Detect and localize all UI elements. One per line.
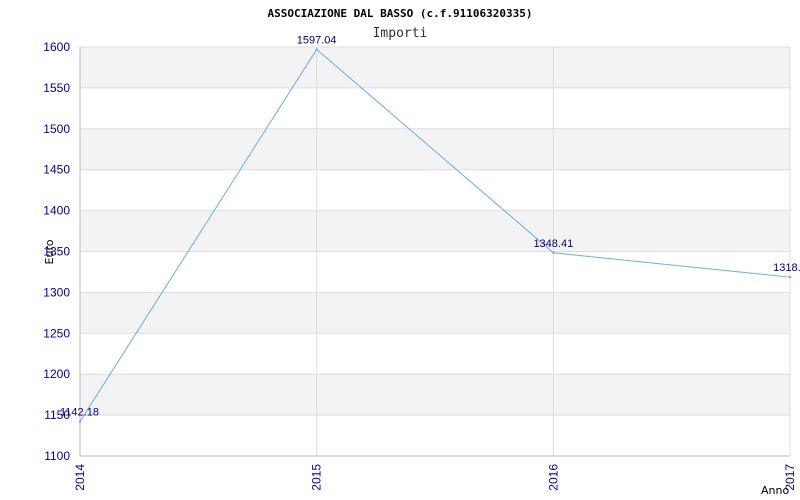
chart-subtitle: Importi [373,26,428,41]
data-point [78,420,82,423]
y-axis-label: Euro [43,239,56,264]
chart-title: ASSOCIAZIONE DAL BASSO (c.f.91106320335) [268,7,533,20]
y-tick-label: 1200 [43,367,70,381]
y-tick-label: 1400 [43,204,70,218]
data-point [315,48,318,51]
y-tick-label: 1250 [43,326,70,340]
grid-band [80,210,790,252]
data-label: 1348.41 [533,238,573,250]
x-tick-label: 2015 [310,464,324,491]
x-axis-label: Anno [761,484,789,497]
data-label: 1597.04 [297,34,337,46]
grid-band [80,292,790,334]
data-label: 1318.6 [773,262,800,274]
data-point [788,275,792,279]
y-tick-label: 1500 [43,122,70,136]
x-tick-label: 2016 [546,464,560,491]
y-tick-label: 1300 [43,285,70,299]
x-tick-label: 2014 [73,464,87,491]
grid-bands [80,47,790,416]
y-tick-label: 1450 [43,163,70,177]
y-tick-label: 1600 [43,40,70,54]
y-tick-label: 1100 [44,449,70,463]
data-label: 1142.18 [60,406,99,418]
grid-band [80,374,790,416]
x-tick-labels: 2014 2015 2016 2017 [73,464,797,491]
grid-band [80,128,790,170]
line-chart: 1100115012001250130013501400145015001550… [43,7,800,497]
y-tick-label: 1550 [43,81,70,95]
grid-band [80,47,790,88]
data-point [552,251,555,255]
